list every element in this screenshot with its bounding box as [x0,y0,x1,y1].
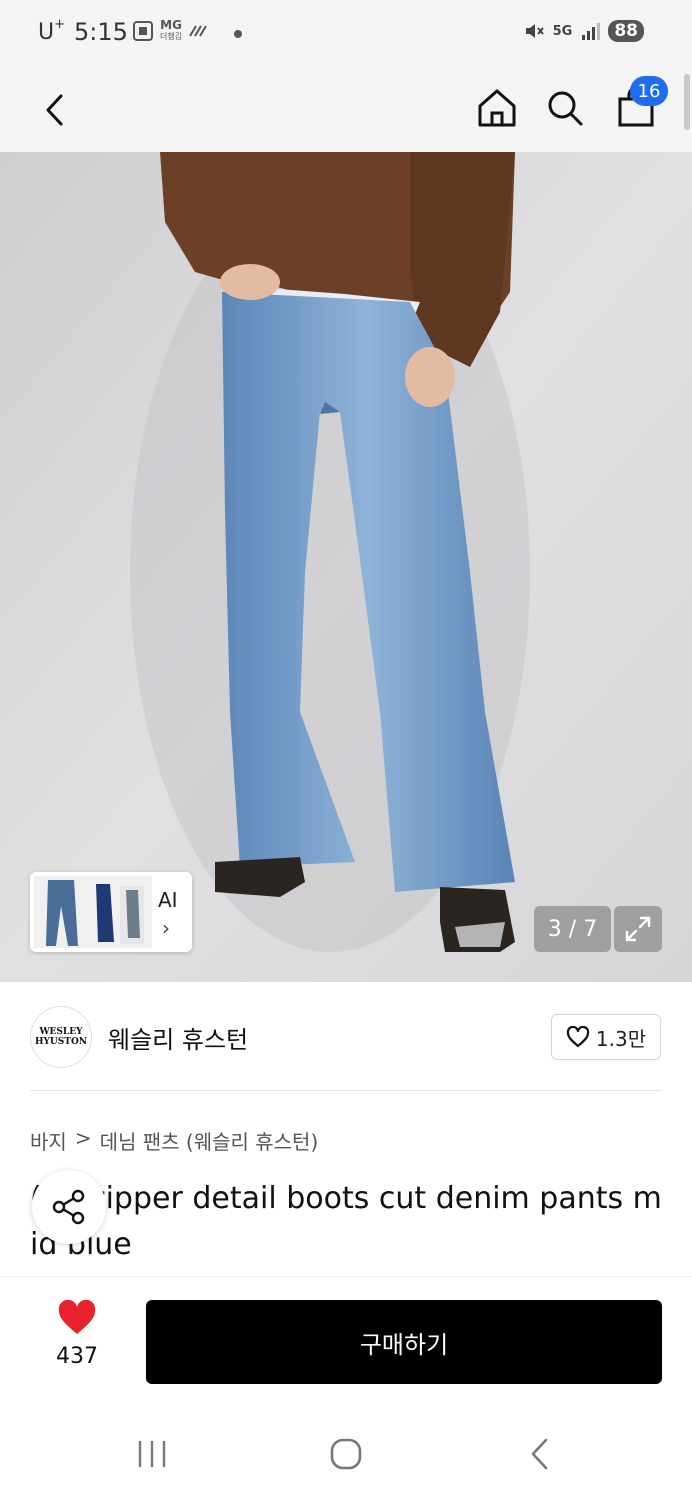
heart-outline-icon [566,1026,590,1048]
system-navigation-bar [0,1408,692,1500]
product-photo [0,152,692,982]
notification-dot-icon [234,30,242,38]
like-button[interactable]: 437 [44,1300,110,1380]
back-arrow-icon [531,1438,548,1470]
home-circle-icon [330,1438,362,1470]
chevron-right-icon: › [162,916,170,940]
ai-label: AI [158,888,178,912]
mg-icon: MG 더챙김 [160,18,183,41]
search-icon [548,91,583,126]
home-button[interactable] [470,78,524,138]
like-count: 437 [56,1344,98,1369]
system-back-button[interactable] [510,1432,570,1476]
mute-icon [525,24,544,38]
brand-like-count: 1.3만 [595,1026,647,1051]
nfc-icon [189,25,207,37]
chevron-left-icon [46,94,63,126]
cart-count-badge: 16 [630,76,668,106]
status-time: 5:15 [74,18,128,46]
similar-items-thumbnail [34,876,152,948]
back-button[interactable] [30,80,80,140]
product-image[interactable] [0,152,692,982]
heart-filled-icon [58,1300,96,1334]
ai-similar-items-card[interactable]: AI › [30,872,192,952]
expand-icon [625,916,651,942]
scroll-indicator[interactable] [684,74,690,130]
carrier-label: U+ [38,17,66,45]
breadcrumb-separator: > [74,1126,92,1150]
brand-logo[interactable]: WESLEY HYUSTON [30,1006,92,1068]
breadcrumb-category[interactable]: 바지 [30,1126,67,1155]
brand-name-link[interactable]: 웨슬리 휴스턴 [108,1020,248,1055]
status-left-icons: MG 더챙김 [132,18,208,42]
status-right-icons: 5G 88 [523,20,644,42]
recent-apps-icon [138,1441,166,1467]
screenshot-icon [133,21,153,41]
battery-icon: 88 [608,20,644,42]
brand-like-button[interactable]: 1.3만 [551,1014,661,1060]
share-icon [52,1189,85,1225]
search-button[interactable] [540,78,590,138]
divider [30,1090,662,1091]
buy-button[interactable]: 구매하기 [146,1300,662,1384]
home-system-button[interactable] [316,1432,376,1476]
recent-apps-button[interactable] [122,1432,182,1476]
network-5g-icon: 5G [552,23,573,39]
signal-icon [582,23,601,40]
status-bar: U+ 5:15 MG 더챙김 5G 88 [0,0,692,68]
top-navigation-bar [0,68,692,152]
home-icon [478,89,516,127]
breadcrumb-subcategory[interactable]: 데님 팬츠 (웨슬리 휴스턴) [100,1126,319,1155]
product-title: ( )k zipper detail boots cut denim pants… [30,1181,662,1262]
expand-image-button[interactable] [614,906,662,952]
share-button[interactable] [32,1170,106,1244]
breadcrumb: 바지 > 데님 팬츠 (웨슬리 휴스턴) [30,1126,318,1155]
image-page-indicator: 3 / 7 [534,906,611,952]
